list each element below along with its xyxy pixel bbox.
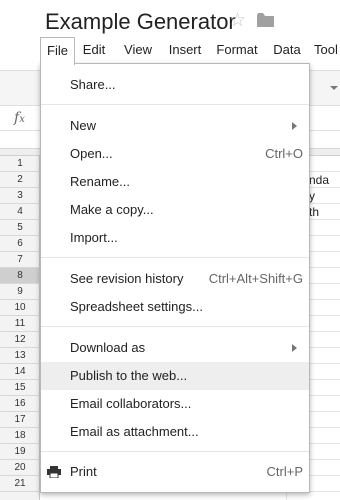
document-title[interactable]: Example Generator (45, 8, 236, 36)
row-header-selected[interactable]: 8 (0, 268, 40, 284)
row-header[interactable]: 4 (0, 204, 40, 220)
menu-item-new[interactable]: New (41, 112, 309, 140)
menu-item-shortcut: Ctrl+Alt+Shift+G (208, 271, 303, 286)
toolbar-dropdown-icon[interactable] (330, 86, 338, 90)
row-header[interactable]: 15 (0, 380, 40, 396)
menu-item-label: Make a copy... (70, 202, 154, 217)
menu-item-label: Email as attachment... (70, 424, 199, 439)
submenu-arrow-icon (292, 344, 297, 352)
menu-data[interactable]: Data (270, 37, 304, 64)
menu-separator (41, 257, 309, 258)
menu-item-share[interactable]: Share... (41, 71, 309, 99)
menu-insert[interactable]: Insert (165, 37, 205, 64)
fx-icon: fx (14, 110, 25, 126)
row-header-column: 1 2 3 4 5 6 7 8 9 10 11 12 13 14 15 16 1… (0, 156, 40, 500)
menu-item-label: Spreadsheet settings... (70, 299, 203, 314)
row-header[interactable]: 16 (0, 396, 40, 412)
row-header[interactable]: 3 (0, 188, 40, 204)
menu-item-make-copy[interactable]: Make a copy... (41, 196, 309, 224)
row-header[interactable]: 12 (0, 332, 40, 348)
menu-item-label: Import... (70, 230, 118, 245)
menu-item-spreadsheet-settings[interactable]: Spreadsheet settings... (41, 293, 309, 321)
menu-item-label: Print (70, 464, 97, 479)
menu-item-shortcut: Ctrl+P (266, 464, 303, 479)
row-header[interactable]: 21 (0, 476, 40, 492)
menu-item-publish[interactable]: Publish to the web... (41, 362, 309, 390)
menu-item-label: New (70, 118, 97, 133)
menu-format[interactable]: Format (214, 37, 260, 64)
menu-item-label: Email collaborators... (70, 396, 192, 411)
row-header[interactable]: 1 (0, 156, 40, 172)
row-header[interactable]: 17 (0, 412, 40, 428)
row-header[interactable]: 5 (0, 220, 40, 236)
menu-item-email-attachment[interactable]: Email as attachment... (41, 418, 309, 446)
menu-item-import[interactable]: Import... (41, 224, 309, 252)
menu-item-shortcut: Ctrl+O (265, 146, 303, 161)
menu-item-label: Share... (70, 77, 116, 92)
menu-item-rename[interactable]: Rename... (41, 168, 309, 196)
row-header[interactable]: 10 (0, 300, 40, 316)
menu-item-email-collaborators[interactable]: Email collaborators... (41, 390, 309, 418)
menu-bar: File Edit View Insert Format Data Tool (40, 37, 340, 65)
row-header[interactable]: 20 (0, 460, 40, 476)
menu-item-revision-history[interactable]: See revision history Ctrl+Alt+Shift+G (41, 265, 309, 293)
row-header[interactable]: 19 (0, 444, 40, 460)
folder-icon[interactable] (257, 13, 274, 27)
row-header[interactable]: 14 (0, 364, 40, 380)
menu-tools[interactable]: Tool (314, 37, 340, 64)
row-header[interactable]: 2 (0, 172, 40, 188)
menu-item-label: See revision history (70, 271, 184, 286)
file-menu: Share... New Open... Ctrl+O Rename... Ma… (40, 63, 310, 493)
row-header[interactable]: 13 (0, 348, 40, 364)
row-header[interactable]: 6 (0, 236, 40, 252)
row-header[interactable]: 9 (0, 284, 40, 300)
menu-item-label: Open... (70, 146, 113, 161)
print-icon (47, 466, 61, 478)
cell-value[interactable]: th (309, 204, 319, 220)
menu-separator (41, 326, 309, 327)
cell-value[interactable]: nda (309, 172, 329, 188)
menu-item-print[interactable]: Print Ctrl+P (41, 458, 309, 486)
submenu-arrow-icon (292, 122, 297, 130)
row-header[interactable]: 11 (0, 316, 40, 332)
menu-item-open[interactable]: Open... Ctrl+O (41, 140, 309, 168)
menu-separator (41, 451, 309, 452)
menu-view[interactable]: View (120, 37, 156, 64)
menu-separator (41, 104, 309, 105)
menu-item-label: Publish to the web... (70, 368, 188, 383)
menu-file[interactable]: File (40, 37, 75, 65)
menu-edit[interactable]: Edit (78, 37, 110, 64)
menu-item-label: Rename... (70, 174, 130, 189)
menu-item-label: Download as (70, 340, 146, 355)
menu-item-download-as[interactable]: Download as (41, 334, 309, 362)
row-header[interactable]: 7 (0, 252, 40, 268)
star-icon[interactable]: ☆ (229, 9, 246, 33)
row-header[interactable]: 18 (0, 428, 40, 444)
